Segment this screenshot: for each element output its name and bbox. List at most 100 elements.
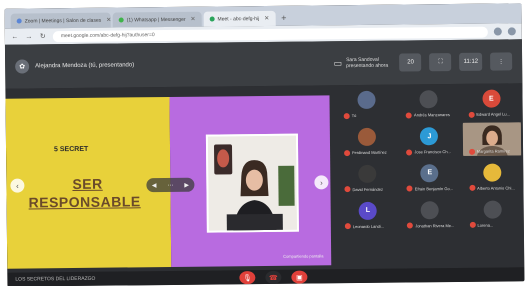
fullscreen-button[interactable]: ⛶ [429,53,452,72]
tab-label: (1) Whatsapp | Messenger [126,16,186,23]
participant-avatar [358,164,377,184]
participant-name-label: Ferdinand Martínez [352,149,387,156]
participant-name: Leonardo Landi... [344,223,385,230]
participant-name: Edward Angel Lu... [468,111,510,118]
participant-name: Lorena... [469,221,494,229]
close-tab-icon[interactable]: ✕ [190,16,195,23]
participant-tile[interactable]: E Efrain Benjamín Go... [398,158,461,195]
reload-button[interactable]: ↻ [39,32,47,40]
forward-button[interactable]: → [25,33,33,40]
participant-tile[interactable]: Ferdinand Martínez [336,121,399,158]
participant-tile[interactable]: David Fernández [336,158,399,195]
tab-label: Zoom | Meetings | Salon de clases [24,17,102,25]
profile-avatar[interactable] [507,27,516,36]
muted-mic-icon [406,149,413,156]
participant-name: Efrain Benjamín Go... [406,185,454,192]
muted-mic-icon [407,222,414,229]
monitor-frame: Zoom | Meetings | Salon de clases ✕ (1) … [4,3,525,286]
muted-mic-icon [468,148,475,155]
participant-name: David Fernández [344,186,383,193]
muted-mic-icon [405,112,413,119]
participants-grid: Tú Andrés Manzanares E Edward Angel Lu... Fe… [335,83,524,269]
slide-prev-control[interactable]: ◀ [152,182,157,189]
muted-mic-icon [406,185,413,192]
participant-tile[interactable]: L Leonardo Landi... [337,195,400,232]
share-label: Compartiendo pantalla [283,253,324,259]
new-tab-button[interactable]: + [277,11,290,26]
participant-avatar: E [482,89,501,109]
participant-avatar [483,163,502,182]
participant-name-label: Alberto Antonio Chi... [477,185,515,191]
back-button[interactable]: ← [11,33,19,40]
participant-name: Andrés Manzanares [405,112,450,119]
muted-mic-icon [344,186,351,193]
next-slide-button[interactable]: › [314,175,329,190]
meeting-header: ✿ Alejandra Mendoza (tú, presentando) ▭ … [4,39,523,89]
participant-name-label: Margarita Ramírez [476,148,510,154]
participant-tile[interactable]: J Jose Francisco Ch... [398,121,461,158]
participant-tile[interactable]: Lorena... [461,194,524,231]
muted-mic-icon [343,112,350,119]
slide-controls: ◀ ⋯ ▶ [146,177,195,193]
participant-name-label: Tú [351,113,357,119]
meeting-name-label: LOS SECRETOS DEL LIDERAZGO [15,275,96,283]
slide-secret-label: 5 SECRET [54,145,89,154]
muted-mic-icon [469,185,476,192]
participant-avatar [357,91,376,110]
participant-avatar: L [358,201,377,220]
previous-slide-button[interactable]: ‹ [10,178,25,193]
participant-name: Jose Francisco Ch... [406,149,451,156]
extension-icon[interactable] [493,27,502,36]
tab-favicon-icon [118,17,124,23]
presenter-image [207,135,299,233]
participant-name-label: Efrain Benjamín Go... [414,185,454,192]
participant-tile[interactable]: Alberto Antonio Chi... [461,157,524,194]
participant-avatar: J [420,127,439,146]
participant-avatar [357,128,377,147]
clock-display: 11:12 [459,52,483,71]
participant-name-label: Leonardo Landi... [352,223,385,229]
participant-avatar [419,90,439,109]
participant-name: Alberto Antonio Chi... [469,185,515,192]
participant-name: Ferdinand Martínez [344,149,387,156]
participant-name: Jonathan Rivera Me... [407,222,455,229]
participant-tile[interactable]: E Edward Angel Lu... [460,83,523,120]
tab-favicon-icon [16,18,22,24]
participant-name: Tú [343,112,357,119]
participant-name-label: Jose Francisco Ch... [414,149,451,155]
more-options-button[interactable]: ⋮ [490,52,513,71]
muted-mic-icon [344,149,351,156]
tab-favicon-icon [209,16,215,22]
participant-tile[interactable]: Andrés Manzanares [398,84,461,121]
participant-name-label: David Fernández [352,186,383,192]
screen-share-icon: ▭ [333,58,343,69]
presenting-indicator: ▭ Sara Sandoval presentando ahora [334,57,392,70]
slide-menu-control[interactable]: ⋯ [167,181,173,188]
close-tab-icon[interactable]: ✕ [106,17,111,24]
participant-tile[interactable]: Jonathan Rivera Me... [399,194,462,231]
call-controls: 🎙 ☎ ▣ [239,270,308,285]
presenter-photo [205,133,299,233]
slide-title-line1: SER [72,175,103,193]
tab-label: Meet - abc-defg-hij [217,15,260,22]
browser-tab-active[interactable]: Meet - abc-defg-hij ✕ [203,10,276,27]
meeting-stage: 5 SECRET SER RESPONSABLE ◀ ⋯ ▶ ‹ › Compa… [5,83,525,273]
participant-tile[interactable]: Tú [335,85,398,122]
participant-tile[interactable]: Margarita Ramírez [460,120,523,157]
slide-title-line2: RESPONSABLE [28,193,141,211]
mic-toggle-button[interactable]: 🎙 [239,271,256,285]
browser-tab[interactable]: (1) Whatsapp | Messenger ✕ [112,11,202,28]
close-tab-icon[interactable]: ✕ [264,15,269,22]
participant-name-label: Edward Angel Lu... [476,111,510,118]
browser-tab[interactable]: Zoom | Meetings | Salon de clases ✕ [10,12,111,29]
participant-name-label: Lorena... [477,222,494,228]
hangup-button[interactable]: ☎ [265,270,282,284]
layout-button[interactable]: 20 [399,53,422,72]
slide-next-control[interactable]: ▶ [184,181,189,188]
participant-name-label: Jonathan Rivera Me... [415,222,455,229]
meeting-logo-icon: ✿ [15,59,30,74]
participant-avatar [483,200,502,219]
muted-mic-icon [469,221,476,229]
camera-toggle-button[interactable]: ▣ [291,270,308,284]
participant-name-label: Andrés Manzanares [413,112,450,118]
